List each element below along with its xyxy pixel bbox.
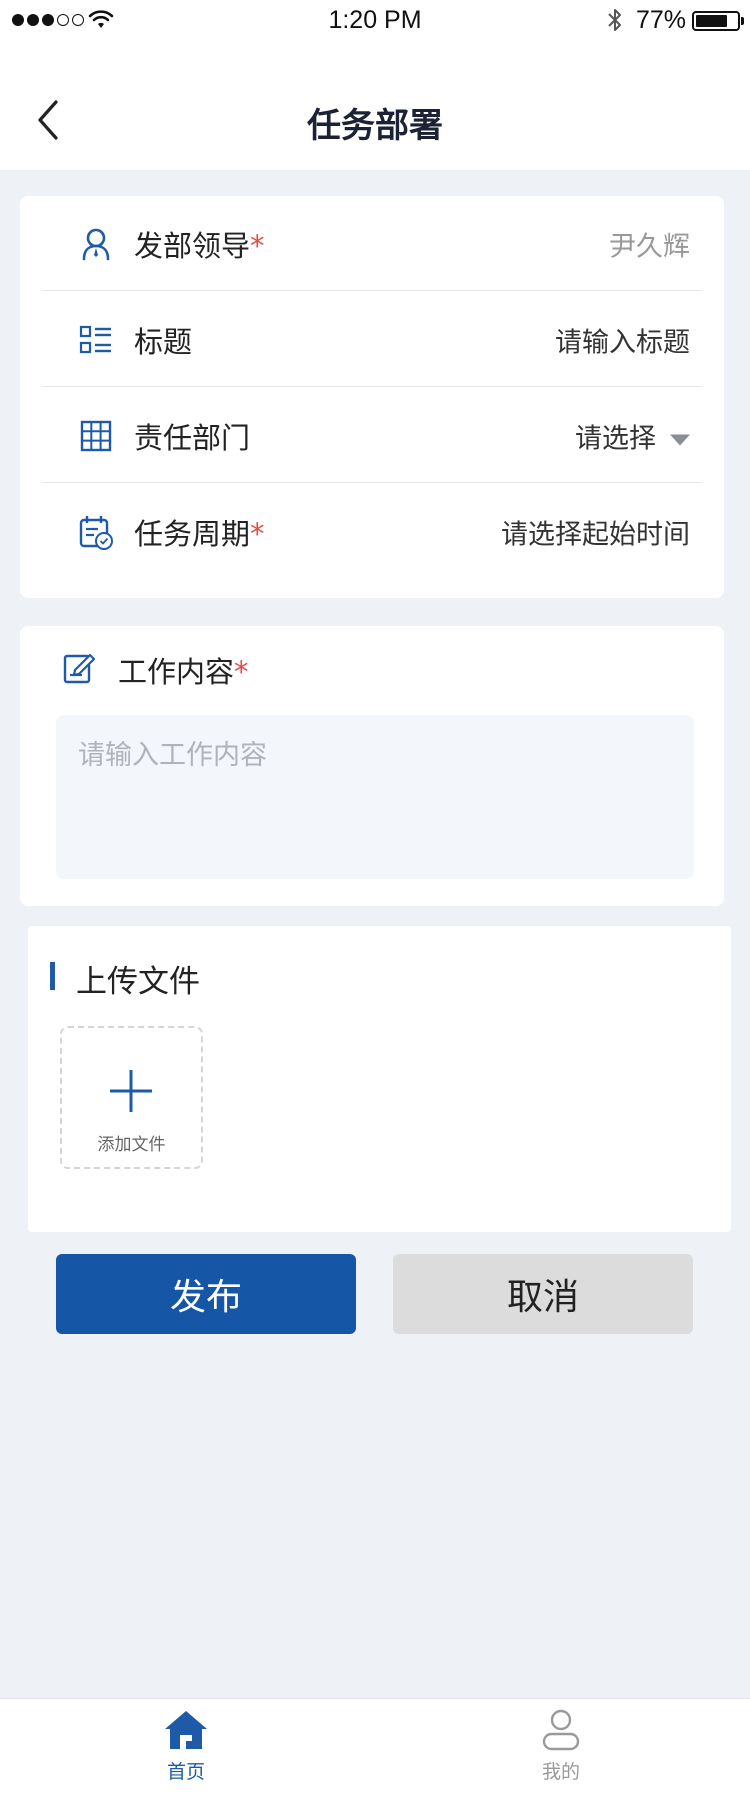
work-content-card: 工作内容* 请输入工作内容 [20, 626, 724, 906]
page-title: 任务部署 [307, 106, 443, 146]
leader-value: 尹久辉 [609, 231, 690, 262]
battery-percent: 77% [636, 6, 687, 34]
battery-icon [692, 11, 740, 31]
grid-icon [78, 418, 114, 454]
department-select[interactable]: 请选择 [575, 416, 690, 455]
title-row[interactable]: 标题 请输入标题 [42, 292, 702, 387]
period-start-picker[interactable]: 请选择起始时间 [501, 512, 690, 551]
bluetooth-icon [605, 6, 625, 38]
calendar-start-icon [78, 514, 114, 550]
profile-icon [542, 1709, 580, 1751]
cancel-button[interactable]: 取消 [393, 1254, 693, 1334]
divider [42, 482, 702, 483]
tab-mine[interactable]: 我的 [481, 1709, 641, 1784]
divider [42, 386, 702, 387]
tab-bar: 首页 我的 [0, 1698, 750, 1796]
leader-row[interactable]: 发部领导* 尹久辉 [42, 196, 702, 291]
plus-icon [108, 1068, 154, 1118]
section-marker [50, 962, 55, 990]
battery-cap [741, 17, 744, 25]
period-label: 任务周期* [134, 516, 265, 551]
tab-mine-label: 我的 [541, 1761, 580, 1783]
add-file-label: 添加文件 [97, 1135, 166, 1155]
upload-card: 上传文件 添加文件 [28, 926, 731, 1232]
work-content-header: 工作内容* [62, 648, 249, 692]
period-row[interactable]: 任务周期* 请选择起始时间 [42, 484, 702, 579]
required-mark: * [234, 655, 249, 689]
title-label: 标题 [134, 324, 193, 359]
leader-label: 发部领导* [134, 228, 265, 263]
tab-home[interactable]: 首页 [106, 1709, 266, 1784]
department-label: 责任部门 [134, 420, 251, 455]
work-content-label: 工作内容* [118, 655, 249, 689]
task-info-card: 发部领导* 尹久辉 标题 请输入标题 责任部门 请选择 任务周期* 请选择起始时… [20, 196, 724, 598]
user-icon [78, 226, 114, 262]
upload-title: 上传文件 [76, 964, 200, 1000]
title-input[interactable]: 请输入标题 [555, 320, 690, 359]
work-content-textarea[interactable]: 请输入工作内容 [56, 715, 694, 879]
divider [42, 290, 702, 291]
list-icon [78, 322, 114, 358]
department-row[interactable]: 责任部门 请选择 [42, 388, 702, 483]
home-icon [165, 1711, 207, 1749]
publish-button[interactable]: 发布 [56, 1254, 356, 1334]
tab-home-label: 首页 [166, 1761, 205, 1783]
edit-icon [62, 651, 96, 689]
battery-fill [696, 15, 727, 27]
add-file-button[interactable]: 添加文件 [60, 1026, 203, 1169]
required-mark: * [250, 228, 265, 263]
required-mark: * [250, 516, 265, 551]
dropdown-arrow-icon [670, 434, 690, 445]
